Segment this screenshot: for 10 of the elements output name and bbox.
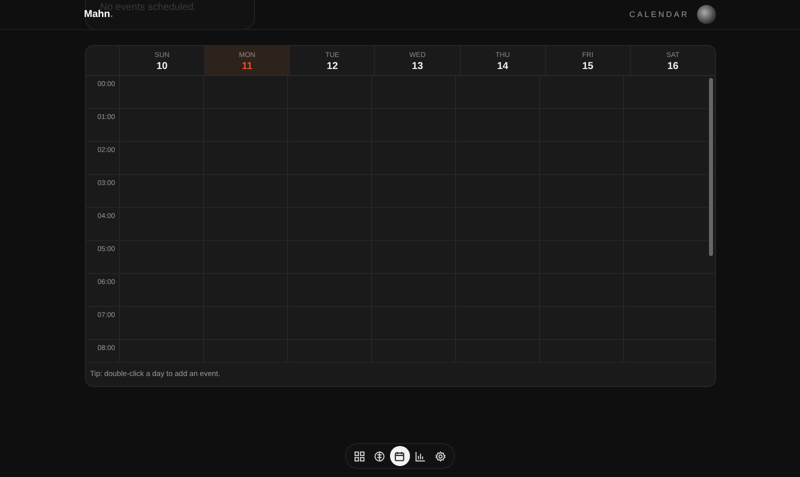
grid-icon	[354, 450, 365, 462]
calendar-icon	[394, 450, 406, 462]
scrollbar-thumb[interactable]	[709, 78, 713, 256]
logo[interactable]: Mahn.	[84, 7, 113, 22]
avatar[interactable]	[697, 5, 716, 24]
settings-icon	[435, 450, 446, 462]
bar-chart-icon	[414, 450, 426, 462]
brain-icon	[374, 450, 386, 462]
dock-button[interactable]	[390, 446, 410, 466]
page-title: CALENDAR	[629, 8, 689, 20]
